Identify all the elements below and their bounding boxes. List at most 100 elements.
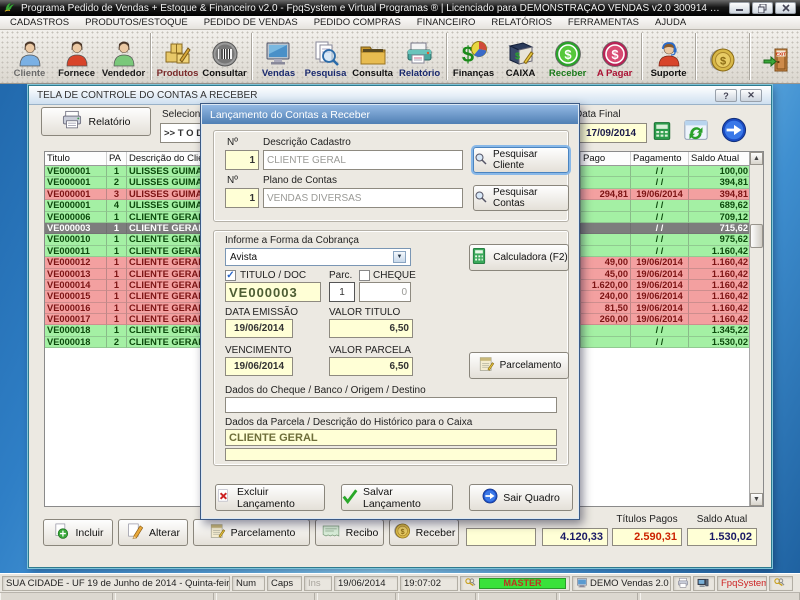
close-button[interactable] [775, 2, 796, 14]
doc-search-icon [312, 34, 340, 68]
plano-contas-field[interactable]: VENDAS DIVERSAS [263, 188, 463, 208]
column-header[interactable]: Pagamento [631, 152, 689, 165]
column-header[interactable]: PA [107, 152, 127, 165]
status-cell [640, 593, 800, 600]
toolbar-receber[interactable]: $Receber [544, 30, 591, 83]
scroll-up-icon[interactable]: ▲ [750, 152, 763, 165]
parcelamento-dialog-button[interactable]: Parcelamento [469, 352, 569, 379]
scroll-down-icon[interactable]: ▼ [750, 493, 763, 506]
status-cell [559, 593, 638, 600]
printer-tiny-icon [677, 577, 689, 589]
toolbar-vendedor[interactable]: Vendedor [100, 30, 147, 83]
salvar-button[interactable]: Salvar Lançamento [341, 484, 453, 511]
notepad-icon [208, 522, 226, 543]
cheque-checkbox[interactable] [359, 270, 370, 281]
toolbar-vendas[interactable]: Vendas [255, 30, 302, 83]
valor-titulo-label: VALOR TITULO [329, 307, 400, 318]
toolbar-cliente[interactable]: Cliente [6, 30, 53, 83]
receber-button[interactable]: $Receber [389, 519, 459, 546]
cheque-field[interactable]: 0 [359, 282, 411, 302]
dados-cheque-field[interactable] [225, 397, 557, 413]
menu-pedido-compras[interactable]: PEDIDO COMPRAS [306, 17, 409, 28]
toolbar-label: Vendedor [102, 68, 145, 79]
status-cell [478, 593, 557, 600]
data-final-field[interactable]: 17/09/2014 [575, 123, 647, 143]
toolbar-a-pagar[interactable]: $A Pagar [591, 30, 638, 83]
valor-titulo-field[interactable]: 6,50 [329, 319, 413, 338]
forma-cobranca-dropdown[interactable]: Avista ▼ [225, 248, 411, 266]
parc-field[interactable]: 1 [329, 282, 355, 302]
dados-parcela-label: Dados da Parcela / Descrição do Históric… [225, 417, 472, 428]
toolbar-consultar[interactable]: Consultar [201, 30, 248, 83]
titulo-doc-field[interactable]: VE000003 [225, 282, 321, 302]
titlebar: Programa Pedido de Vendas + Estoque & Fi… [0, 0, 800, 16]
menu-ajuda[interactable]: AJUDA [647, 17, 694, 28]
pesquisar-contas-button[interactable]: Pesquisar Contas [473, 185, 569, 211]
cell-saldo: 1.160,42 [689, 246, 751, 257]
help-icon[interactable]: ? [715, 89, 737, 102]
excluir-button[interactable]: Excluir Lançamento [215, 484, 325, 511]
dados-parcela-field2[interactable] [225, 448, 557, 461]
toolbar-suporte[interactable]: Suporte [645, 30, 692, 83]
minimize-button[interactable] [729, 2, 750, 14]
toolbar-moeda[interactable]: $ [699, 30, 746, 83]
cell-pago [581, 177, 631, 188]
menu-pedido-de-vendas[interactable]: PEDIDO DE VENDAS [196, 17, 306, 28]
cell-pa: 1 [107, 212, 127, 223]
person-blue-icon [16, 34, 44, 68]
relatorio-button[interactable]: Relatório [41, 107, 151, 136]
toolbar-consulta[interactable]: Consulta [349, 30, 396, 83]
sair-quadro-button[interactable]: Sair Quadro [469, 484, 573, 511]
menu-relatórios[interactable]: RELATÓRIOS [483, 17, 560, 28]
plano-num-field[interactable]: 1 [225, 188, 259, 208]
toolbar-caixa[interactable]: $CAIXA [497, 30, 544, 83]
person-red-icon [63, 34, 91, 68]
cell-pago [581, 200, 631, 211]
calendar-icon[interactable] [652, 121, 672, 146]
barcode-icon [211, 34, 239, 68]
data-final-label: Data Final [575, 109, 621, 120]
menu-financeiro[interactable]: FINANCEIRO [409, 17, 484, 28]
parcelamento-button[interactable]: Parcelamento [193, 519, 310, 546]
descricao-cadastro-field[interactable]: CLIENTE GERAL [263, 150, 463, 170]
next-arrow-icon[interactable] [721, 117, 747, 148]
close-window-icon[interactable]: ✕ [740, 89, 762, 102]
cell-pa: 1 [107, 303, 127, 314]
toolbar-separator [446, 33, 447, 80]
cadastro-num-field[interactable]: 1 [225, 150, 259, 170]
toolbar-fornecedor[interactable]: Fornece [53, 30, 100, 83]
plus-icon [52, 522, 70, 543]
vencimento-field[interactable]: 19/06/2014 [225, 357, 293, 376]
toolbar-produtos[interactable]: Produtos [154, 30, 201, 83]
menu-cadastros[interactable]: CADASTROS [2, 17, 77, 28]
refresh-icon[interactable] [683, 117, 709, 148]
titulo-doc-checkbox[interactable]: ✓ [225, 270, 236, 281]
cell-pago [581, 337, 631, 348]
toolbar-sair[interactable]: EXIT [753, 30, 800, 83]
pesquisar-cliente-button[interactable]: Pesquisar Cliente [473, 147, 569, 173]
toolbar-relatorio[interactable]: Relatório [396, 30, 443, 83]
vertical-scrollbar[interactable]: ▲ ▼ [749, 152, 763, 506]
toolbar-label: Pesquisa [305, 68, 347, 79]
menu-produtos-estoque[interactable]: PRODUTOS/ESTOQUE [77, 17, 196, 28]
calculadora-button[interactable]: Calculadora (F2) [469, 244, 569, 271]
recibo-button[interactable]: Recibo [315, 519, 384, 546]
column-header[interactable]: Saldo Atual [689, 152, 751, 165]
cell-pago [581, 223, 631, 234]
data-emissao-field[interactable]: 19/06/2014 [225, 319, 293, 338]
column-header[interactable]: Pago [581, 152, 631, 165]
scroll-thumb[interactable] [750, 224, 763, 248]
cell-titulo: VE000011 [45, 246, 107, 257]
toolbar: ClienteForneceVendedor ProdutosConsultarV… [0, 30, 800, 84]
alterar-button[interactable]: Alterar [118, 519, 188, 546]
toolbar-pesquisa[interactable]: Pesquisa [302, 30, 349, 83]
valor-parcela-field[interactable]: 6,50 [329, 357, 413, 376]
menu-ferramentas[interactable]: FERRAMENTAS [560, 17, 647, 28]
cell-pago: 260,00 [581, 314, 631, 325]
toolbar-financas[interactable]: $Finanças [450, 30, 497, 83]
column-header[interactable]: Titulo [45, 152, 107, 165]
keys-icon [773, 577, 786, 590]
incluir-button[interactable]: Incluir [43, 519, 113, 546]
restore-button[interactable] [752, 2, 773, 14]
dados-parcela-field[interactable]: CLIENTE GERAL [225, 429, 557, 446]
